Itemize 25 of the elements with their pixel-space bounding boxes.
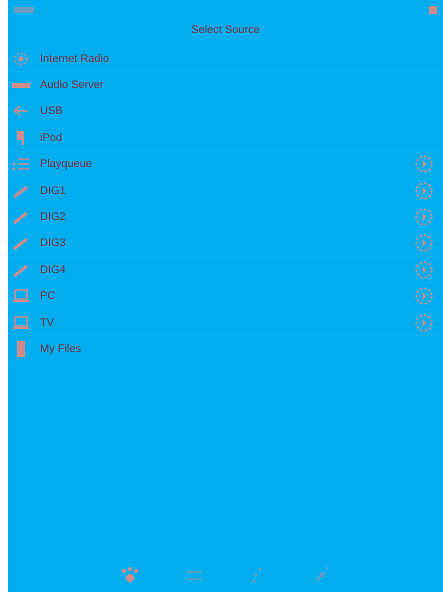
info-icon[interactable] [415,234,433,252]
source-item[interactable]: Playqueue [8,152,443,178]
source-item[interactable]: Audio Server [8,72,443,99]
source-item[interactable]: Internet Radio [8,46,443,72]
battery-icon [429,6,437,14]
screen-title: Select Source [190,23,261,38]
source-item[interactable]: TV [8,310,443,336]
info-icon[interactable] [415,260,433,279]
source-item[interactable]: DIG4 [8,257,443,284]
info-icon[interactable] [415,208,433,226]
source-item[interactable]: DIG1 [8,178,443,204]
info-icon[interactable] [415,182,433,200]
source-item[interactable]: My Files [8,336,443,363]
source-item[interactable]: DIG3 [8,230,443,258]
signal-icon [14,7,34,13]
laptop-icon [12,314,30,332]
source-item[interactable]: USB [8,98,443,126]
radio-icon [12,50,30,68]
source-item[interactable]: DIG2 [8,204,443,231]
info-icon[interactable] [415,287,433,306]
info-icon[interactable] [415,314,433,332]
server-icon [12,82,30,88]
source-item[interactable]: iPod [8,125,443,152]
source-item[interactable]: PC [8,284,443,310]
info-icon[interactable] [415,155,433,174]
